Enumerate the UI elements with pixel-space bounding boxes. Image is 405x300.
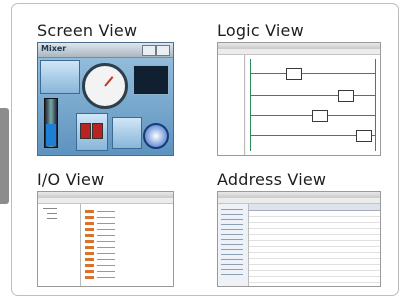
- hmi-tank: [44, 98, 58, 148]
- table-row: [249, 282, 380, 283]
- io-view-thumbnail[interactable]: [37, 191, 174, 287]
- table-row: [249, 240, 380, 241]
- ladder-block: [286, 68, 302, 80]
- hmi-knob: [143, 123, 169, 149]
- address-tree-item: [221, 219, 243, 220]
- io-tree-node: [47, 218, 57, 219]
- io-point: [85, 264, 115, 267]
- io-point: [85, 252, 115, 255]
- screen-view-thumbnail[interactable]: Mixer: [37, 42, 174, 156]
- address-tree-item: [221, 274, 243, 275]
- io-point: [85, 210, 115, 213]
- address-view-thumbnail[interactable]: [217, 191, 381, 287]
- ladder-block: [312, 110, 328, 122]
- address-table-header: [249, 204, 380, 211]
- address-tree-item: [221, 224, 243, 225]
- io-point: [85, 216, 115, 219]
- io-point: [85, 276, 115, 279]
- address-tree-item: [221, 264, 243, 265]
- address-tree-item: [221, 259, 243, 260]
- address-tree-item: [221, 244, 243, 245]
- address-tree-item: [221, 269, 243, 270]
- hmi-settings-button: [156, 45, 170, 56]
- io-point: [85, 258, 115, 261]
- logic-view-title: Logic View: [217, 21, 304, 40]
- address-tree-item: [221, 254, 243, 255]
- table-row: [249, 246, 380, 247]
- side-tab[interactable]: [0, 108, 9, 204]
- address-view-title: Address View: [217, 170, 327, 189]
- hmi-switch-2: [92, 123, 103, 139]
- table-row: [249, 264, 380, 265]
- ladder-block: [338, 90, 354, 102]
- ladder-canvas: [246, 55, 380, 155]
- hmi-status-panel: [40, 60, 80, 94]
- ladder-block: [356, 130, 372, 142]
- hmi-gauge: [82, 63, 128, 109]
- table-row: [249, 258, 380, 259]
- io-point-list: [81, 204, 173, 286]
- address-tree-item: [221, 229, 243, 230]
- table-row: [249, 276, 380, 277]
- table-row: [249, 216, 380, 217]
- hmi-title-bar: Mixer: [38, 43, 173, 58]
- address-tree-item: [221, 234, 243, 235]
- hmi-switch-1: [80, 123, 91, 139]
- io-point: [85, 246, 115, 249]
- table-row: [249, 222, 380, 223]
- address-tree-item: [221, 249, 243, 250]
- table-row: [249, 252, 380, 253]
- io-point: [85, 234, 115, 237]
- io-tree-node: [43, 208, 57, 209]
- io-point: [85, 228, 115, 231]
- table-row: [249, 270, 380, 271]
- hmi-list-button: [142, 45, 156, 56]
- address-table: [249, 204, 380, 286]
- hmi-valve-panel: [112, 117, 142, 149]
- io-point: [85, 270, 115, 273]
- ladder-rung: [250, 95, 376, 96]
- hmi-lcd-display: [133, 65, 169, 95]
- io-view-title: I/O View: [37, 170, 105, 189]
- io-point: [85, 240, 115, 243]
- address-tree-item: [221, 239, 243, 240]
- hmi-window-label: Mixer: [41, 44, 67, 53]
- io-device-tree: [38, 204, 81, 286]
- ladder-rung: [250, 73, 376, 74]
- logic-view-thumbnail[interactable]: [217, 42, 381, 156]
- screen-view-title: Screen View: [37, 21, 138, 40]
- table-row: [249, 234, 380, 235]
- logic-project-tree: [218, 55, 245, 155]
- table-row: [249, 228, 380, 229]
- address-tree: [218, 204, 249, 286]
- address-tree-item: [221, 209, 243, 210]
- io-point: [85, 222, 115, 225]
- io-tree-node: [47, 213, 57, 214]
- address-tree-item: [221, 214, 243, 215]
